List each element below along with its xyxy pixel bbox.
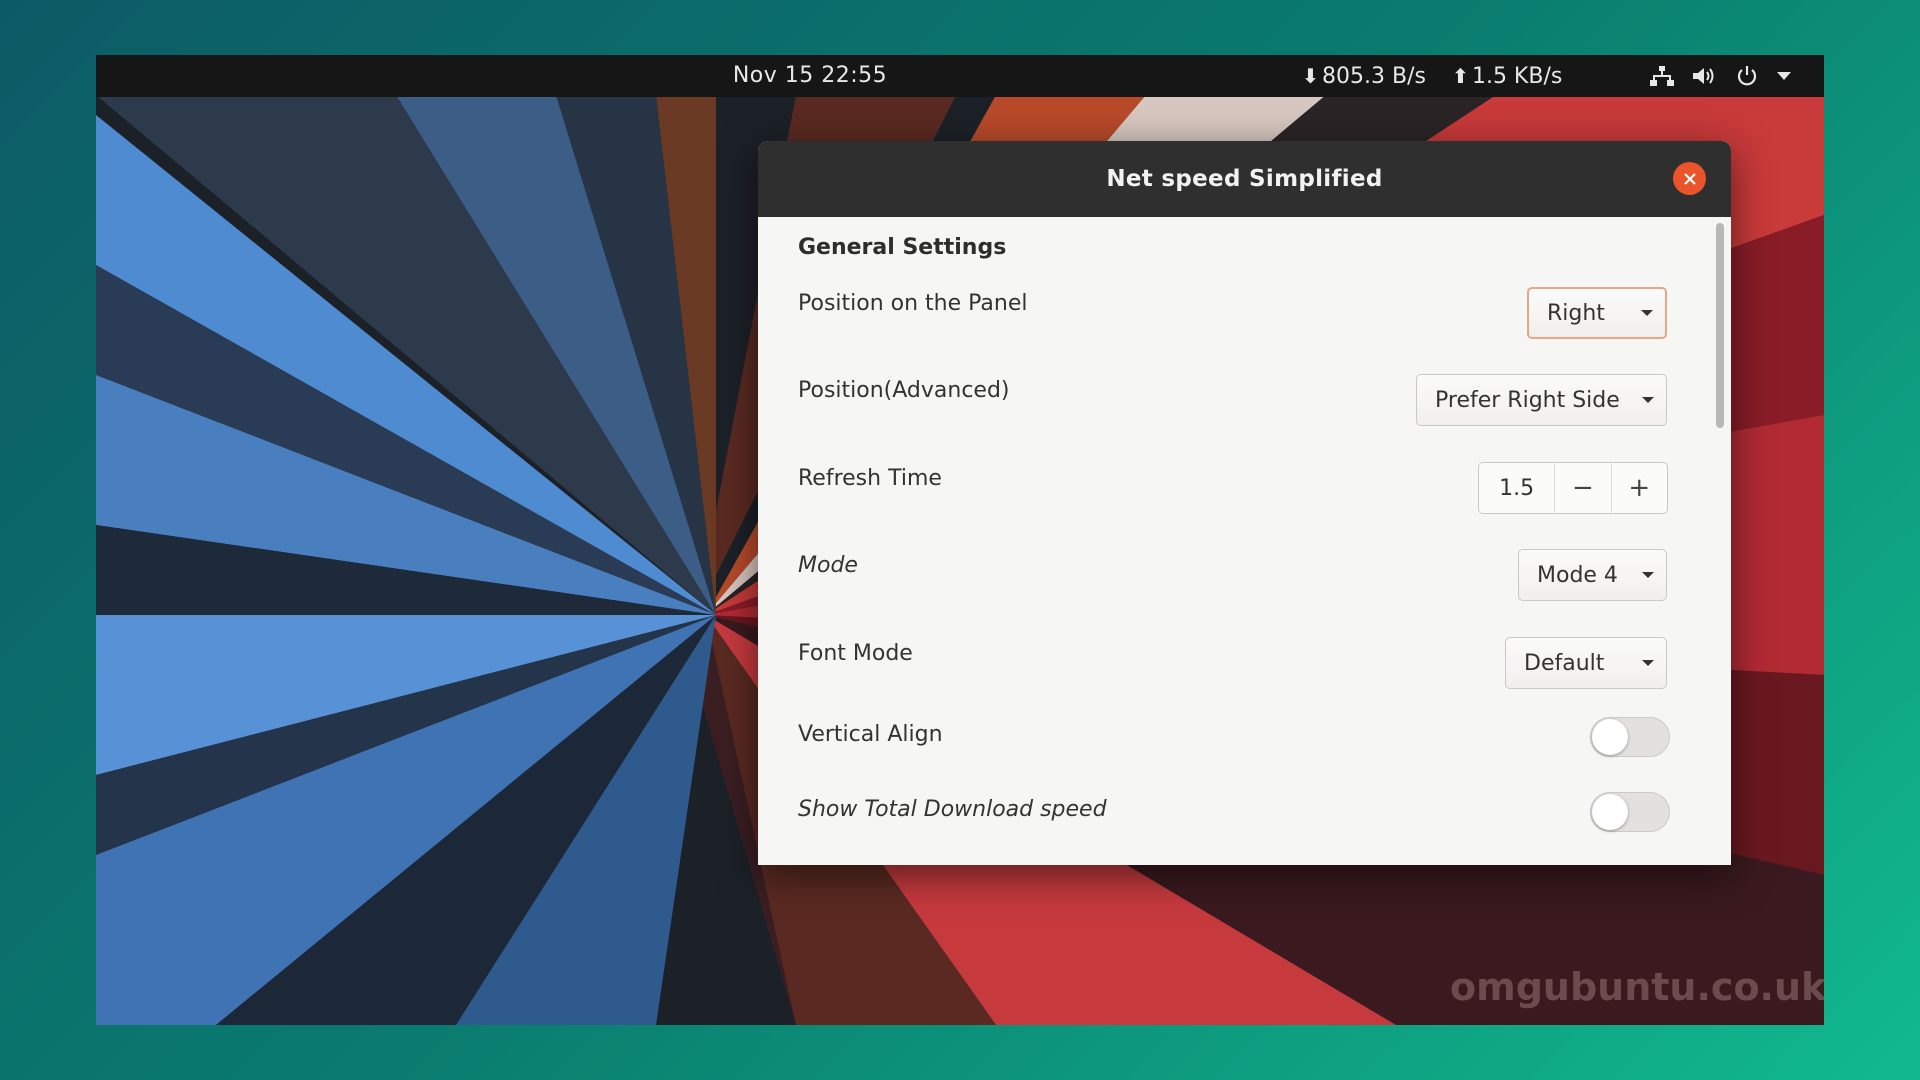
position-advanced-value: Prefer Right Side	[1435, 387, 1620, 413]
mode-dropdown[interactable]: Mode 4	[1518, 549, 1667, 601]
settings-dialog: Net speed Simplified General Settings Po…	[758, 141, 1731, 865]
refresh-time-input[interactable]: 1.5	[1479, 463, 1554, 513]
chevron-down-icon	[1642, 572, 1654, 578]
font-mode-dropdown[interactable]: Default	[1505, 637, 1667, 689]
vertical-align-switch[interactable]	[1590, 717, 1670, 757]
desktop-screen: Nov 15 22:55 ⬇ 805.3 B/s ⬆ 1.5 KB/s Net …	[96, 55, 1824, 1025]
upload-speed: 1.5 KB/s	[1471, 63, 1563, 89]
upload-arrow-icon: ⬆	[1451, 64, 1469, 88]
position-advanced-label: Position(Advanced)	[798, 378, 1010, 403]
download-arrow-icon: ⬇	[1302, 64, 1319, 88]
font-mode-label: Font Mode	[798, 641, 913, 666]
position-panel-value: Right	[1547, 300, 1605, 326]
watermark-text: omgubuntu.co.uk	[1450, 965, 1824, 1009]
font-mode-value: Default	[1524, 650, 1605, 676]
position-panel-dropdown[interactable]: Right	[1527, 287, 1667, 339]
mode-value: Mode 4	[1537, 562, 1618, 588]
network-icon[interactable]	[1650, 65, 1674, 87]
power-icon[interactable]	[1736, 65, 1758, 87]
chevron-down-icon	[1642, 397, 1654, 403]
vertical-align-label: Vertical Align	[798, 722, 943, 747]
increment-button[interactable]: +	[1610, 463, 1667, 513]
dialog-titlebar[interactable]: Net speed Simplified	[758, 141, 1731, 217]
section-heading: General Settings	[798, 235, 1007, 260]
refresh-time-spinbutton: 1.5 − +	[1478, 462, 1668, 514]
scrollbar[interactable]	[1716, 223, 1724, 428]
show-total-download-label: Show Total Download speed	[798, 797, 1107, 822]
net-speed-indicator[interactable]: ⬇ 805.3 B/s ⬆ 1.5 KB/s	[1302, 55, 1580, 97]
switch-knob	[1592, 719, 1628, 755]
download-speed: 805.3 B/s	[1322, 63, 1426, 89]
chevron-down-icon[interactable]	[1776, 71, 1792, 81]
system-tray[interactable]	[1650, 55, 1792, 97]
decrement-button[interactable]: −	[1554, 463, 1610, 513]
chevron-down-icon	[1641, 310, 1653, 316]
refresh-time-label: Refresh Time	[798, 466, 942, 491]
dialog-title: Net speed Simplified	[1106, 166, 1383, 192]
position-advanced-dropdown[interactable]: Prefer Right Side	[1416, 374, 1667, 426]
position-panel-label: Position on the Panel	[798, 291, 1028, 316]
show-total-download-switch[interactable]	[1590, 792, 1670, 832]
mode-label: Mode	[798, 553, 858, 578]
close-button[interactable]	[1673, 162, 1706, 195]
volume-icon[interactable]	[1692, 65, 1718, 87]
close-icon	[1683, 172, 1696, 185]
dialog-content[interactable]: General Settings Position on the Panel R…	[758, 217, 1731, 865]
top-panel: Nov 15 22:55 ⬇ 805.3 B/s ⬆ 1.5 KB/s	[96, 55, 1824, 97]
chevron-down-icon	[1642, 660, 1654, 666]
switch-knob	[1592, 794, 1628, 830]
